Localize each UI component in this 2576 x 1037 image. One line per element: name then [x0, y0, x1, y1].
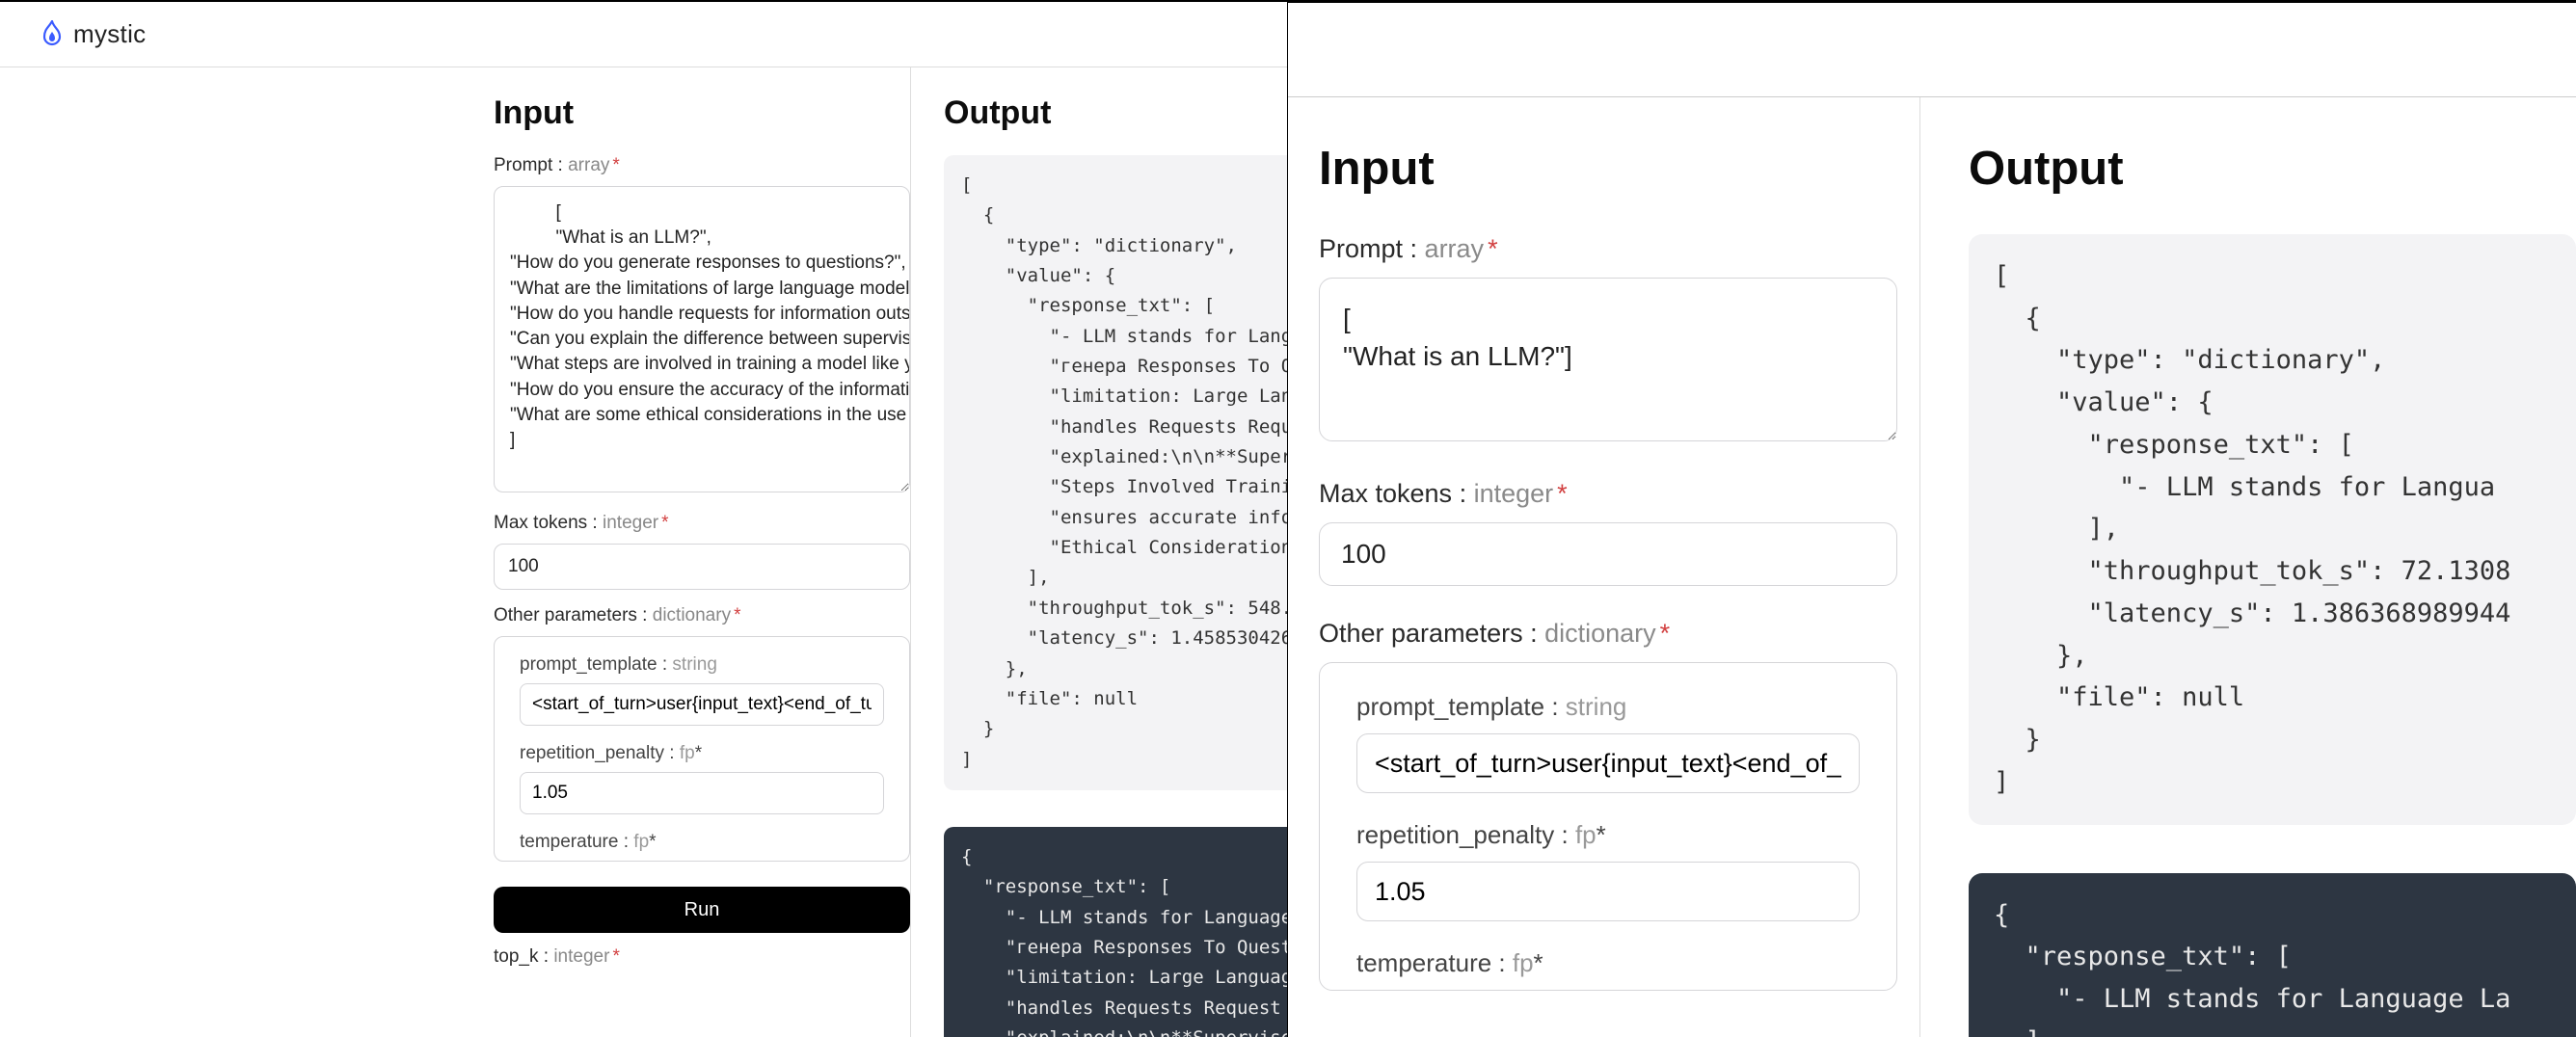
- prompt-textarea[interactable]: [1319, 278, 1897, 441]
- max-tokens-input[interactable]: [494, 544, 910, 590]
- flame-icon: [40, 20, 64, 49]
- max-tokens-label: Max tokens : integer*: [494, 513, 910, 534]
- max-tokens-label: Max tokens : integer*: [1319, 479, 1919, 509]
- output-json-dark: { "response_txt": [ "- LLM stands for La…: [944, 827, 1288, 1037]
- other-params-panel: prompt_template : string repetition_pena…: [494, 636, 910, 862]
- temperature-label: temperature : fp*: [1356, 948, 1860, 978]
- input-heading: Input: [494, 94, 910, 132]
- other-params-label: Other parameters : dictionary*: [1319, 619, 1919, 649]
- output-column: Output [ { "type": "dictionary", "value"…: [1919, 97, 2576, 1037]
- max-tokens-input[interactable]: [1319, 522, 1897, 586]
- top-k-label: top_k : integer*: [494, 946, 910, 968]
- repetition-penalty-input[interactable]: [520, 772, 884, 814]
- output-json-light: [ { "type": "dictionary", "value": { "re…: [944, 155, 1288, 790]
- input-column: Input Prompt : array* Max tokens : integ…: [494, 67, 910, 1037]
- prompt-label: Prompt : array*: [1319, 234, 1919, 264]
- output-json-light: [ { "type": "dictionary", "value": { "re…: [1969, 234, 2576, 825]
- input-heading: Input: [1319, 142, 1919, 196]
- run-button[interactable]: Run: [494, 887, 910, 933]
- prompt-textarea[interactable]: [494, 186, 910, 492]
- prompt-template-label: prompt_template : string: [520, 654, 884, 676]
- output-json-dark: { "response_txt": [ "- LLM stands for La…: [1969, 873, 2576, 1037]
- right-pane: Input Prompt : array* Max tokens : integ…: [1288, 0, 2576, 1037]
- other-params-panel: prompt_template : string repetition_pena…: [1319, 662, 1897, 991]
- other-params-label: Other parameters : dictionary*: [494, 605, 910, 626]
- repetition-penalty-label: repetition_penalty : fp*: [520, 743, 884, 764]
- prompt-template-input[interactable]: [520, 683, 884, 726]
- output-heading: Output: [1969, 142, 2576, 196]
- repetition-penalty-input[interactable]: [1356, 862, 1860, 921]
- header-strip: [1288, 3, 2576, 97]
- output-heading: Output: [944, 94, 1288, 132]
- prompt-template-label: prompt_template : string: [1356, 692, 1860, 722]
- repetition-penalty-label: repetition_penalty : fp*: [1356, 820, 1860, 850]
- temperature-label: temperature : fp*: [520, 832, 884, 853]
- brand-name: mystic: [73, 19, 146, 49]
- prompt-template-input[interactable]: [1356, 733, 1860, 793]
- input-column: Input Prompt : array* Max tokens : integ…: [1319, 97, 1919, 1037]
- output-column: Output [ { "type": "dictionary", "value"…: [910, 67, 1288, 1037]
- app-header: mystic: [0, 2, 1287, 67]
- prompt-label: Prompt : array*: [494, 155, 910, 176]
- left-pane: mystic Input Prompt : array* Max tokens …: [0, 0, 1288, 1037]
